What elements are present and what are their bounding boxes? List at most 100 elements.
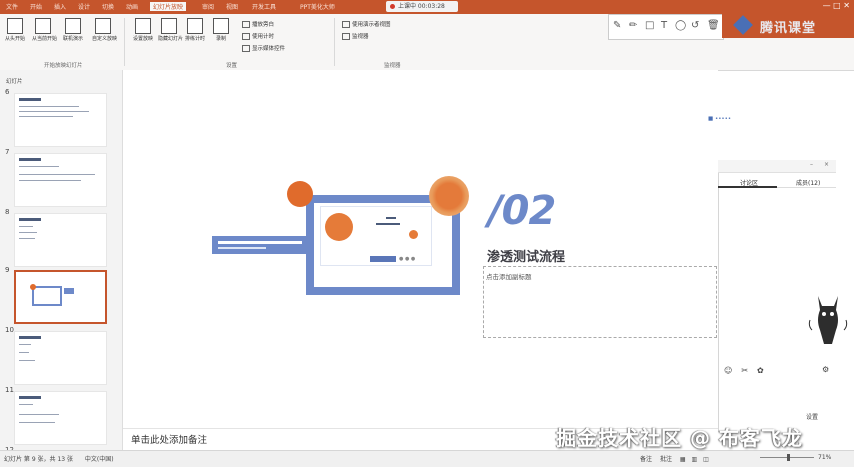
- emoji-icon[interactable]: ☺: [724, 366, 732, 375]
- slide-section-number[interactable]: /02: [488, 188, 556, 234]
- comments-toggle[interactable]: 批注: [660, 456, 672, 463]
- slide-counter: 幻灯片 第 9 张，共 13 张: [4, 456, 73, 463]
- side-panel-header: – ×: [718, 160, 836, 173]
- ribbon-separator: [124, 18, 125, 66]
- minimize-icon[interactable]: –: [810, 161, 813, 168]
- zoom-level[interactable]: 71%: [818, 454, 831, 461]
- slide-thumbnail-9-selected[interactable]: [14, 270, 107, 324]
- menu-tab-slideshow[interactable]: 幻灯片放映: [150, 2, 187, 11]
- presenter-view-checkbox[interactable]: 使用演示者视图: [342, 20, 391, 28]
- slide-graphic-dots: ● ● ●: [399, 256, 416, 262]
- shape-icon[interactable]: □: [645, 20, 654, 31]
- notes-placeholder[interactable]: 单击此处添加备注: [131, 432, 207, 446]
- start-from-beginning-button[interactable]: 从头开始: [4, 18, 26, 46]
- slide-title[interactable]: 渗透测试流程: [487, 246, 565, 265]
- pen-icon[interactable]: ✎: [613, 20, 621, 31]
- group-label-start: 开始放映幻灯片: [44, 63, 83, 69]
- custom-show-button[interactable]: 自定义放映: [92, 18, 117, 46]
- menu-tab-ppt-master[interactable]: PPT美化大师: [300, 2, 335, 11]
- rehearse-timings-button[interactable]: 排练计时: [184, 18, 206, 46]
- side-panel-toolbar: ☺ ✂ ✿: [724, 366, 773, 375]
- timer-icon: [187, 18, 203, 34]
- annotation-toolbar: ✎ ✏ □ T ◯ ↺ 🗑: [608, 14, 724, 40]
- slide-number: 6: [5, 88, 10, 96]
- status-bar: [0, 450, 854, 467]
- slide-thumbnail-8[interactable]: [14, 213, 107, 267]
- menu-tab-design[interactable]: 设计: [78, 2, 90, 11]
- status-left: 幻灯片 第 9 张，共 13 张 中文(中国): [4, 454, 114, 463]
- thumb-dot: [30, 284, 36, 290]
- menu-tab-animations[interactable]: 动画: [126, 2, 138, 11]
- slide-number: 10: [5, 326, 14, 334]
- eraser-icon[interactable]: ◯: [675, 20, 686, 31]
- scissors-icon[interactable]: ✂: [741, 366, 748, 375]
- normal-view-icon[interactable]: ▦: [680, 456, 686, 463]
- settings-gear-icon[interactable]: ⚙: [822, 365, 829, 374]
- hide-slide-icon: [161, 18, 177, 34]
- close-icon[interactable]: ×: [824, 161, 829, 168]
- thumb-frame: [32, 286, 62, 306]
- slide-number: 8: [5, 208, 10, 216]
- start-from-current-button[interactable]: 从当前开始: [32, 18, 57, 46]
- slideshow-icon: [7, 18, 23, 34]
- text-icon[interactable]: T: [661, 20, 667, 31]
- slide-graphic-line: [376, 223, 400, 225]
- slide-thumbnail-7[interactable]: [14, 153, 107, 207]
- menu-tab-transitions[interactable]: 切换: [102, 2, 114, 11]
- thumb-number: [64, 288, 74, 294]
- slide-thumbnail-6[interactable]: [14, 93, 107, 147]
- slide-number: 11: [5, 386, 14, 394]
- side-panel-settings-label[interactable]: 设置: [806, 412, 818, 421]
- undo-icon[interactable]: ↺: [691, 20, 699, 31]
- show-media-controls-checkbox[interactable]: 显示媒体控件: [242, 44, 285, 52]
- slideshow-current-icon: [35, 18, 51, 34]
- setup-icon: [135, 18, 151, 34]
- group-label-setup: 设置: [226, 63, 238, 69]
- flower-icon[interactable]: ✿: [757, 366, 764, 375]
- ribbon-separator: [334, 18, 335, 66]
- slide-corner-logo-icon: ■ •••••: [708, 116, 732, 122]
- recording-indicator[interactable]: 上课中 00:03:28: [386, 1, 458, 12]
- slide-thumbnail-11[interactable]: [14, 391, 107, 445]
- menu-tab-insert[interactable]: 插入: [54, 2, 66, 11]
- group-label-monitors: 监视器: [384, 63, 401, 69]
- slide-graphic-line: [386, 217, 396, 219]
- slides-pane-label: 幻灯片: [6, 79, 23, 85]
- status-right: 备注 批注 ▦ ▥ ◫: [640, 454, 709, 463]
- menu-tab-review[interactable]: 审阅: [202, 2, 214, 11]
- custom-show-icon: [95, 18, 111, 34]
- slide-graphic-circle: [287, 181, 313, 207]
- record-button[interactable]: 录制: [210, 18, 232, 46]
- hide-slide-button[interactable]: 隐藏幻灯片: [158, 18, 183, 46]
- delete-icon[interactable]: 🗑: [707, 20, 720, 31]
- present-online-button[interactable]: 联机演示: [62, 18, 84, 46]
- online-present-icon: [65, 18, 81, 34]
- subtitle-placeholder-text: 点击添加副标题: [486, 273, 532, 281]
- notes-toggle[interactable]: 备注: [640, 456, 652, 463]
- slide-graphic-circle: [325, 213, 353, 241]
- zoom-slider-handle[interactable]: [787, 454, 790, 461]
- watermark: 掘金技术社区 @ 布客飞龙: [556, 426, 803, 450]
- record-icon: [213, 18, 229, 34]
- sorter-view-icon[interactable]: ▥: [691, 456, 697, 463]
- menu-tab-home[interactable]: 开始: [30, 2, 42, 11]
- slide-number: 9: [5, 266, 10, 274]
- reading-view-icon[interactable]: ◫: [703, 456, 709, 463]
- slide-thumbnail-10[interactable]: [14, 331, 107, 385]
- use-timings-checkbox[interactable]: 使用计时: [242, 32, 274, 40]
- monitor-select[interactable]: 监视器: [342, 32, 369, 40]
- language-indicator[interactable]: 中文(中国): [85, 456, 114, 463]
- play-narration-checkbox[interactable]: 播放旁白: [242, 20, 274, 28]
- slide-graphic-circle: [429, 176, 469, 216]
- brand-name: 腾讯课堂: [760, 21, 817, 36]
- slide-graphic-dot: [409, 230, 418, 239]
- menu-tab-file[interactable]: 文件: [6, 2, 18, 11]
- cat-mascot-icon: [808, 296, 848, 344]
- slide-graphic-button: [370, 256, 396, 262]
- window-controls[interactable]: — □ ✕: [823, 1, 850, 10]
- highlighter-icon[interactable]: ✏: [629, 20, 637, 31]
- menu-tab-developer[interactable]: 开发工具: [252, 2, 276, 11]
- setup-show-button[interactable]: 设置放映: [132, 18, 154, 46]
- tab-members[interactable]: 成员(12): [796, 178, 820, 187]
- menu-tab-view[interactable]: 视图: [226, 2, 238, 11]
